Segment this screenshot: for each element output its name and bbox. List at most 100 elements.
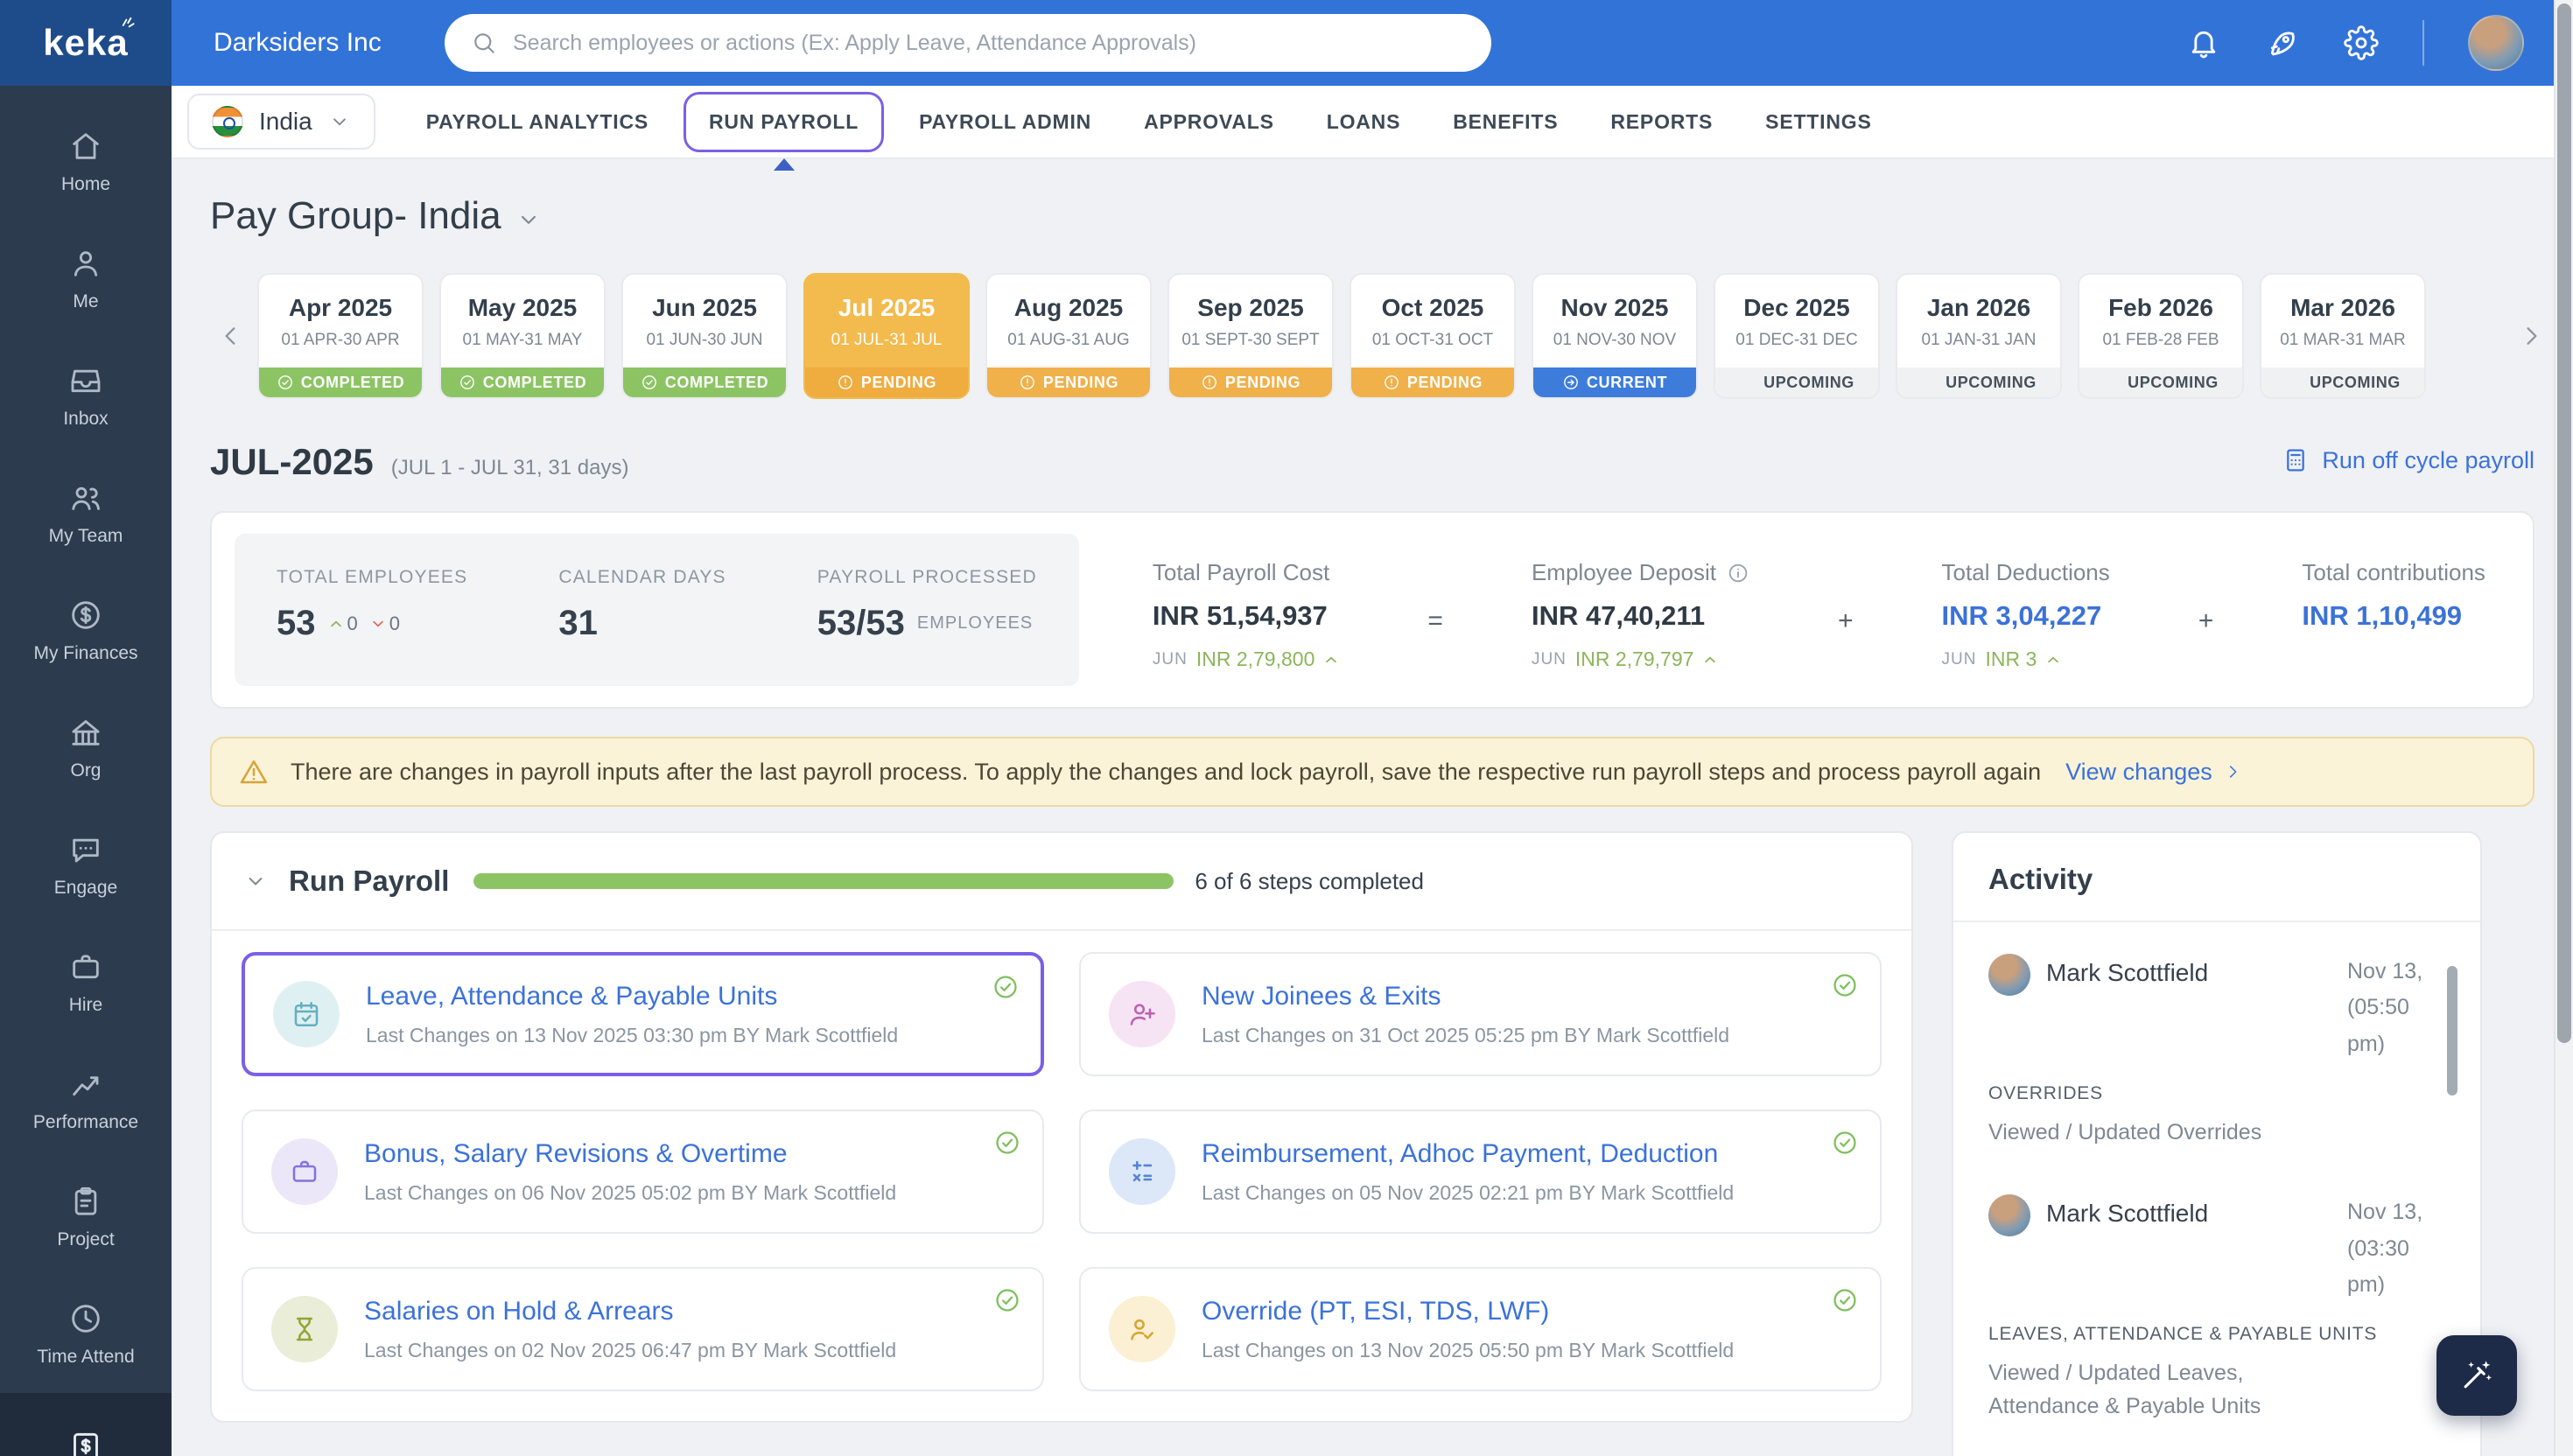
activity-avatar — [1988, 1194, 2030, 1236]
month-status-badge: UPCOMING — [1715, 368, 1878, 397]
notifications-bell-icon[interactable] — [2186, 25, 2221, 60]
steps-progress-text: 6 of 6 steps completed — [1195, 868, 1424, 895]
payroll-tab[interactable]: SETTINGS — [1739, 94, 1897, 150]
payroll-tab[interactable]: PAYROLL ANALYTICS — [400, 94, 675, 150]
stat: CALENDAR DAYS 31 — [558, 567, 726, 653]
activity-section: OVERRIDES — [1988, 1083, 2445, 1104]
month-name: Jan 2026 — [1897, 294, 2060, 322]
month-card[interactable]: Dec 2025 01 DEC-31 DEC UPCOMING — [1714, 273, 1880, 399]
collapse-chevron-icon[interactable] — [243, 869, 268, 893]
month-card[interactable]: Mar 2026 01 MAR-31 MAR UPCOMING — [2260, 273, 2426, 399]
ai-assistant-button[interactable] — [2436, 1335, 2517, 1416]
payroll-step-card[interactable]: Salaries on Hold & Arrears Last Changes … — [242, 1267, 1044, 1391]
sidebar-item[interactable]: Org — [0, 690, 172, 807]
activity-user: Mark Scottfield — [2046, 1200, 2331, 1228]
stat: TOTAL EMPLOYEES 53 0 0 — [277, 567, 467, 653]
india-flag-icon — [212, 106, 243, 137]
sidebar-item[interactable]: Engage — [0, 807, 172, 924]
months-next-button[interactable] — [2517, 322, 2545, 350]
country-selector[interactable]: India — [187, 94, 375, 150]
activity-panel: Activity Mark Scottfield Nov 13, (05:50 … — [1952, 831, 2482, 1456]
payroll-tab[interactable]: REPORTS — [1584, 94, 1739, 150]
payroll-tab[interactable]: LOANS — [1301, 94, 1427, 150]
alert-circle-icon — [1201, 374, 1218, 391]
sidebar-item[interactable]: Hire — [0, 924, 172, 1041]
month-status-label: PENDING — [1225, 374, 1301, 392]
user-icon — [68, 246, 103, 281]
payroll-tab[interactable]: BENEFITS — [1427, 94, 1584, 150]
search-input[interactable] — [513, 31, 1465, 56]
sidebar-item[interactable]: Project — [0, 1158, 172, 1276]
sidebar-item[interactable]: Home — [0, 103, 172, 220]
sidebar-item[interactable]: My Team — [0, 455, 172, 572]
sidebar-item[interactable]: Inbox — [0, 338, 172, 455]
topbar-actions — [2186, 15, 2573, 71]
sidebar-item[interactable]: Time Attend — [0, 1276, 172, 1393]
payroll-step-card[interactable]: Leave, Attendance & Payable Units Last C… — [242, 952, 1044, 1076]
keka-logo[interactable]: keka — [0, 0, 172, 86]
activity-title: Activity — [1953, 833, 2480, 920]
month-status-badge: UPCOMING — [2261, 368, 2424, 397]
step-title[interactable]: Bonus, Salary Revisions & Overtime — [364, 1139, 896, 1169]
settings-gear-icon[interactable] — [2344, 25, 2379, 60]
payroll-icon — [68, 1429, 103, 1456]
home-icon — [68, 129, 103, 164]
month-name: Feb 2026 — [2079, 294, 2242, 322]
sidebar-item[interactable]: My Finances — [0, 572, 172, 690]
payroll-step-card[interactable]: Reimbursement, Adhoc Payment, Deduction … — [1079, 1110, 1882, 1234]
page-scrollbar[interactable] — [2554, 0, 2573, 1456]
payroll-tab[interactable]: APPROVALS — [1118, 94, 1301, 150]
payroll-step-card[interactable]: Override (PT, ESI, TDS, LWF) Last Change… — [1079, 1267, 1882, 1391]
month-card[interactable]: Jan 2026 01 JAN-31 JAN UPCOMING — [1896, 273, 2062, 399]
step-last-changes: Last Changes on 31 Oct 2025 05:25 pm BY … — [1202, 1024, 1729, 1047]
user-avatar[interactable] — [2468, 15, 2524, 71]
month-card[interactable]: Jun 2025 01 JUN-30 JUN COMPLETED — [621, 273, 788, 399]
activity-scrollbar-thumb[interactable] — [2447, 966, 2457, 1096]
page-head: Pay Group- India — [210, 194, 2534, 238]
whats-new-rocket-icon[interactable] — [2265, 25, 2300, 60]
month-card[interactable]: Jul 2025 01 JUL-31 JUL PENDING — [803, 273, 970, 399]
hire-icon — [68, 949, 103, 984]
month-name: May 2025 — [441, 294, 604, 322]
run-payroll-steps: Leave, Attendance & Payable Units Last C… — [212, 931, 1911, 1421]
month-status-label: PENDING — [861, 374, 936, 392]
chevron-down-icon[interactable] — [515, 206, 542, 233]
payroll-step-card[interactable]: New Joinees & Exits Last Changes on 31 O… — [1079, 952, 1882, 1076]
check-circle-icon — [277, 374, 294, 391]
view-changes-link[interactable]: View changes — [2065, 759, 2242, 786]
step-title[interactable]: Override (PT, ESI, TDS, LWF) — [1202, 1297, 1734, 1326]
month-card[interactable]: Oct 2025 01 OCT-31 OCT PENDING — [1350, 273, 1516, 399]
sidebar-item-label: Inbox — [63, 409, 108, 430]
sidebar-item[interactable]: Me — [0, 220, 172, 338]
global-search[interactable] — [445, 14, 1491, 72]
month-card[interactable]: Nov 2025 01 NOV-30 NOV CURRENT — [1532, 273, 1698, 399]
payroll-tab[interactable]: PAYROLL ADMIN — [893, 94, 1118, 150]
figure-label: Total Deductions — [1942, 559, 2110, 586]
hourglass-icon — [289, 1313, 320, 1345]
sidebar-item[interactable]: Performance — [0, 1041, 172, 1158]
payroll-step-card[interactable]: Bonus, Salary Revisions & Overtime Last … — [242, 1110, 1044, 1234]
inbox-icon — [68, 363, 103, 398]
step-title[interactable]: Salaries on Hold & Arrears — [364, 1297, 896, 1326]
cost-figure: Employee Deposit INR 47,40,211 JUN INR 2… — [1532, 559, 1749, 671]
month-card[interactable]: Feb 2026 01 FEB-28 FEB UPCOMING — [2078, 273, 2244, 399]
figure-operator: + — [1824, 606, 1868, 636]
company-name: Darksiders Inc — [214, 28, 382, 58]
payroll-tab[interactable]: RUN PAYROLL — [684, 92, 884, 152]
step-title[interactable]: Leave, Attendance & Payable Units — [366, 982, 898, 1012]
months-prev-button[interactable] — [217, 322, 245, 350]
page-scrollbar-thumb[interactable] — [2557, 4, 2571, 1043]
step-title[interactable]: Reimbursement, Adhoc Payment, Deduction — [1202, 1139, 1734, 1169]
run-off-cycle-payroll-link[interactable]: Run off cycle payroll — [2282, 446, 2534, 474]
month-card[interactable]: Sep 2025 01 SEPT-30 SEPT PENDING — [1167, 273, 1334, 399]
step-title[interactable]: New Joinees & Exits — [1202, 982, 1729, 1012]
month-card[interactable]: Aug 2025 01 AUG-31 AUG PENDING — [985, 273, 1152, 399]
month-range: 01 JAN-31 JAN — [1897, 331, 2060, 350]
sidebar-item[interactable] — [0, 1393, 172, 1456]
month-card[interactable]: May 2025 01 MAY-31 MAY COMPLETED — [439, 273, 606, 399]
user-check-icon — [1126, 1313, 1158, 1345]
month-card[interactable]: Apr 2025 01 APR-30 APR COMPLETED — [257, 273, 424, 399]
step-complete-check-icon — [1831, 971, 1859, 999]
month-status-label: UPCOMING — [2310, 374, 2401, 392]
info-icon[interactable] — [1727, 562, 1749, 584]
